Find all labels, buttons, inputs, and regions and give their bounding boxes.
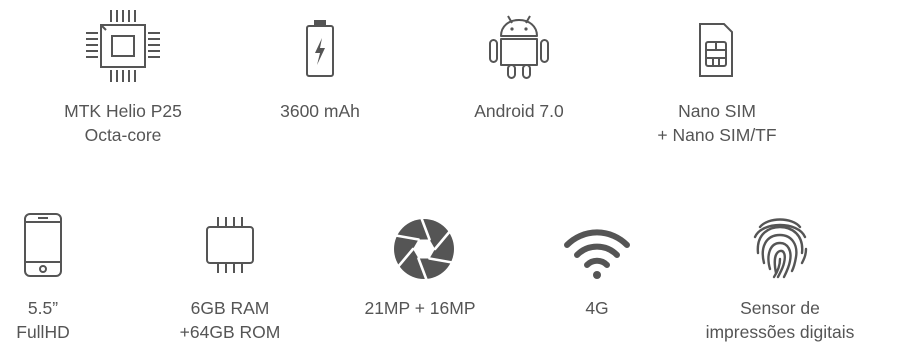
fingerprint-icon: [750, 213, 810, 279]
camera-aperture-icon: [391, 215, 457, 283]
wifi-signal-icon: [562, 227, 632, 281]
smartphone-icon: [23, 212, 63, 278]
sim-card-icon: [698, 22, 734, 78]
feature-label: 4G: [585, 298, 609, 318]
cpu-chip-icon: [84, 8, 162, 84]
feature-label: 21MP + 16MP: [364, 298, 476, 318]
feature-label: MTK Helio P25 Octa-core: [64, 101, 182, 145]
memory-chip-icon: [205, 215, 255, 275]
feature-label: 3600 mAh: [280, 101, 360, 121]
feature-label: Android 7.0: [474, 101, 564, 121]
feature-label: 5.5” FullHD: [16, 298, 70, 342]
android-icon: [487, 14, 551, 80]
battery-icon: [305, 20, 335, 78]
feature-label: Nano SIM + Nano SIM/TF: [657, 101, 777, 145]
feature-label: Sensor de impressões digitais: [705, 298, 855, 342]
spec-sheet: { "colors": { "icon": "#555555", "text":…: [0, 0, 897, 346]
feature-label: 6GB RAM +64GB ROM: [179, 298, 281, 342]
